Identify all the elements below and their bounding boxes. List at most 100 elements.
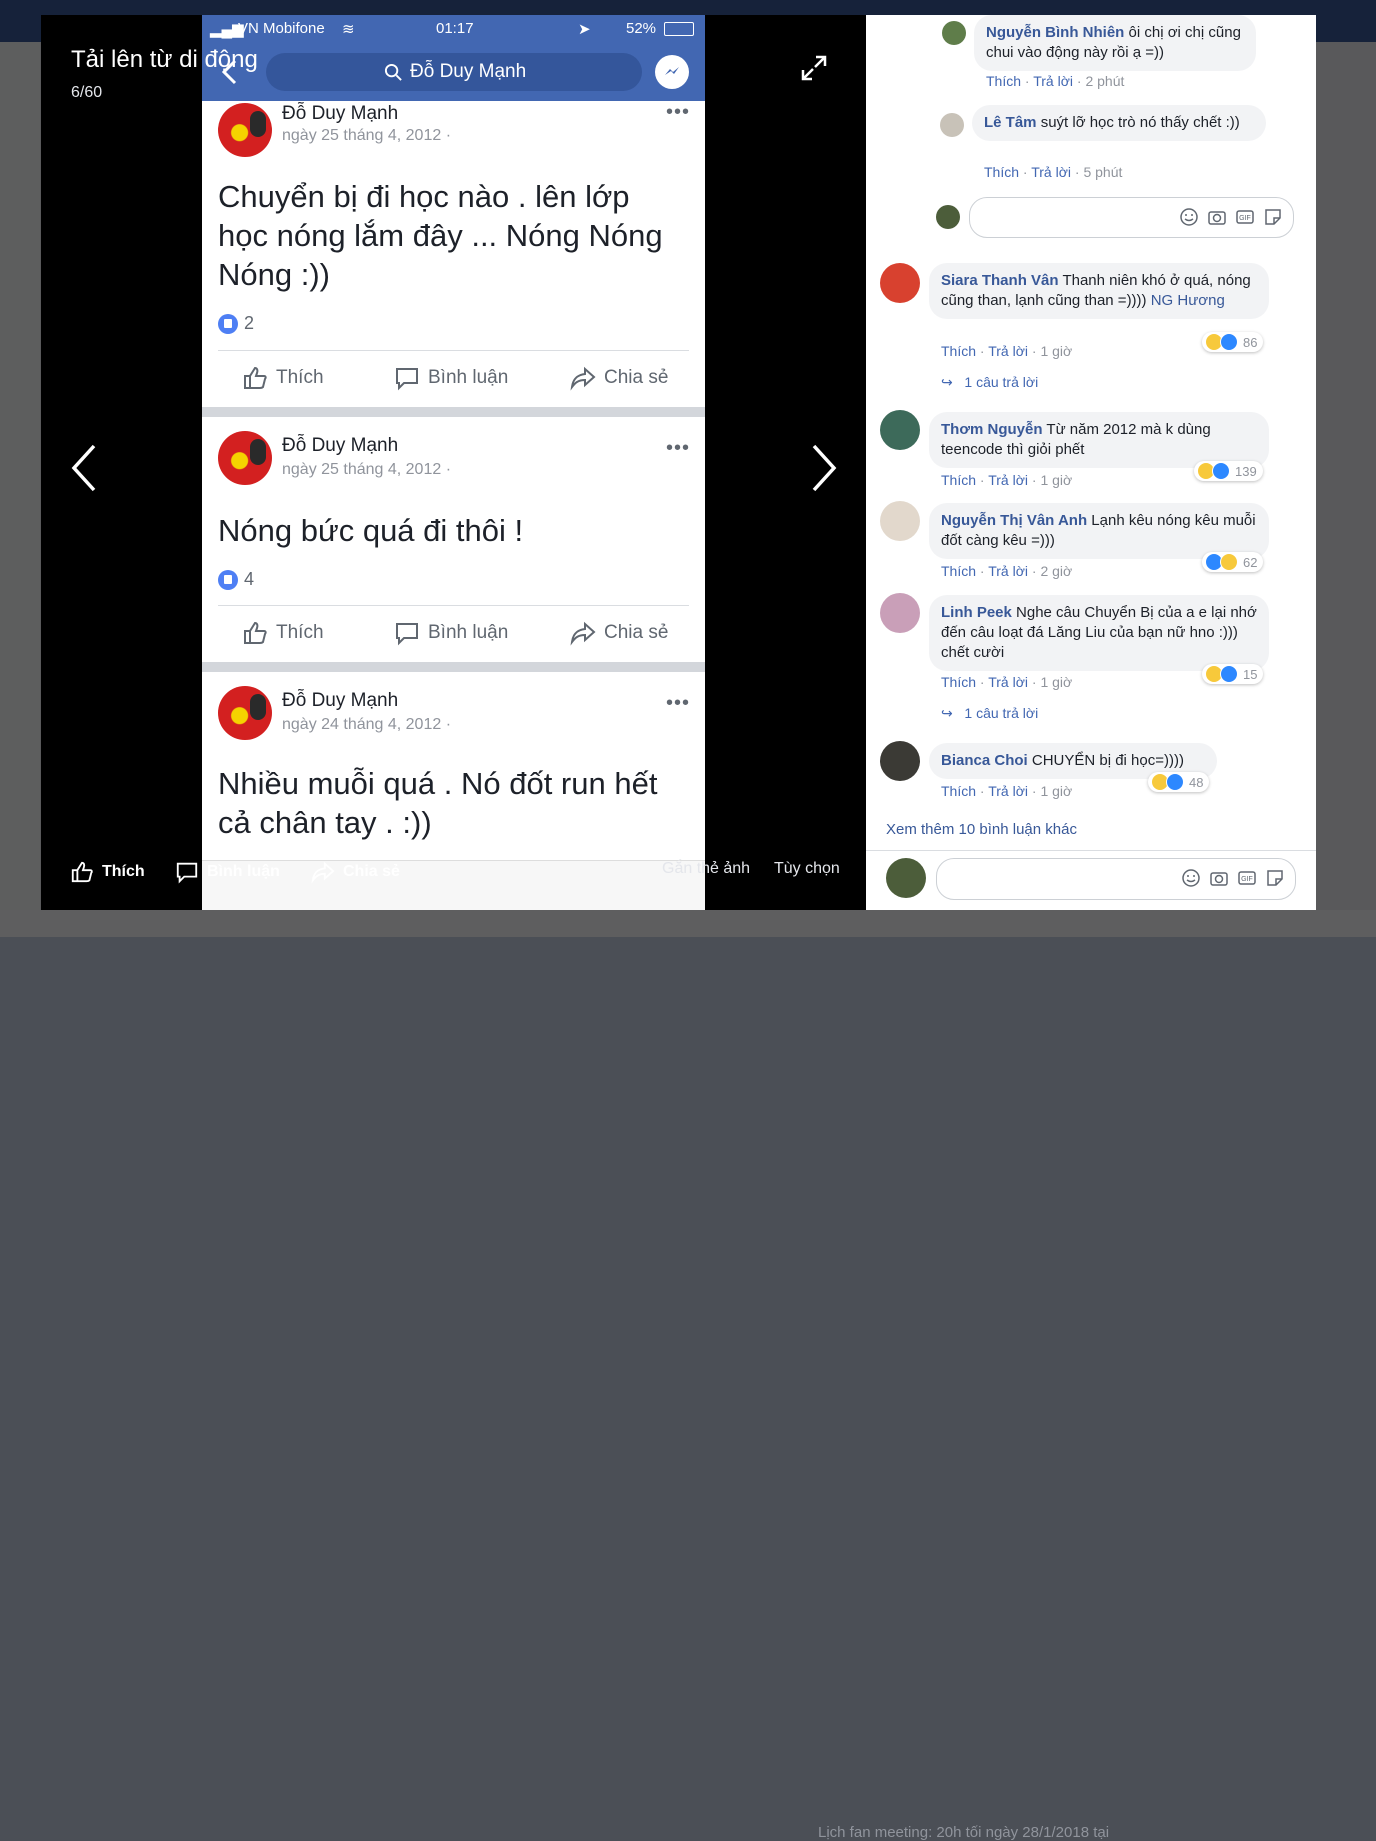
previous-photo-icon[interactable] bbox=[66, 440, 106, 496]
commenter-name[interactable]: Nguyễn Thị Vân Anh bbox=[941, 512, 1087, 529]
like-link[interactable]: Thích bbox=[941, 674, 976, 690]
comment-time: 1 giờ bbox=[1040, 343, 1073, 359]
reply-input[interactable]: GIF bbox=[969, 197, 1294, 238]
divider bbox=[218, 350, 689, 351]
camera-icon[interactable] bbox=[1209, 868, 1229, 888]
avatar bbox=[880, 410, 920, 450]
like-link[interactable]: Thích bbox=[986, 73, 1021, 89]
like-link[interactable]: Thích bbox=[941, 563, 976, 579]
commenter-name[interactable]: Nguyễn Bình Nhiên bbox=[986, 24, 1124, 41]
reaction-count[interactable]: 139 bbox=[1194, 461, 1263, 481]
reply-link[interactable]: Trả lời bbox=[988, 472, 1028, 488]
post-date: ngày 25 tháng 4, 2012 · bbox=[282, 461, 452, 478]
viewer-counter: 6/60 bbox=[71, 84, 103, 101]
post-separator bbox=[202, 407, 705, 417]
next-photo-icon[interactable] bbox=[804, 440, 844, 496]
phone-header: Đỗ Duy Mạnh bbox=[202, 43, 705, 101]
post-text: Nhiều muỗi quá . Nó đốt run hết cả chân … bbox=[218, 766, 658, 840]
share-icon bbox=[570, 366, 596, 391]
share-icon bbox=[311, 861, 335, 884]
post-comment-action: Bình luận bbox=[394, 365, 508, 391]
post-author: Đỗ Duy Mạnh bbox=[282, 435, 399, 456]
battery-icon bbox=[664, 22, 694, 36]
post-text: Chuyển bị đi học nào . lên lớp học nóng … bbox=[218, 179, 663, 292]
avatar bbox=[942, 21, 966, 45]
sticker-icon[interactable] bbox=[1265, 868, 1285, 888]
avatar bbox=[940, 113, 964, 137]
reaction-count[interactable]: 86 bbox=[1202, 332, 1264, 352]
post-like-count: 2 bbox=[218, 313, 254, 335]
reaction-count[interactable]: 15 bbox=[1202, 664, 1264, 684]
wifi-icon: ≋ bbox=[342, 21, 355, 38]
tag-photo-link[interactable]: Gắn thẻ ảnh bbox=[662, 860, 750, 878]
like-link[interactable]: Thích bbox=[941, 343, 976, 359]
like-link[interactable]: Thích bbox=[984, 164, 1019, 180]
post-actions: Thích Bình luận Chia sẻ bbox=[202, 612, 705, 652]
reply-link[interactable]: Trả lời bbox=[988, 783, 1028, 799]
haha-icon bbox=[1220, 553, 1238, 571]
more-options-icon: ••• bbox=[666, 692, 691, 714]
like-button[interactable]: Thích bbox=[70, 860, 145, 884]
post-like-action: Thích bbox=[242, 365, 324, 391]
reply-bubble: Nguyễn Bình Nhiên ôi chị ơi chị cũng chu… bbox=[974, 15, 1256, 71]
reply-link[interactable]: Trả lời bbox=[988, 343, 1028, 359]
like-icon bbox=[1220, 333, 1238, 351]
comment-time: 1 giờ bbox=[1040, 674, 1073, 690]
view-replies-link[interactable]: ↪ 1 câu trả lời bbox=[941, 374, 1038, 391]
commenter-name[interactable]: Bianca Choi bbox=[941, 752, 1028, 769]
share-icon bbox=[570, 621, 596, 646]
avatar bbox=[880, 741, 920, 781]
reply-arrow-icon: ↪ bbox=[941, 374, 953, 390]
comments-panel: Nguyễn Bình Nhiên ôi chị ơi chị cũng chu… bbox=[866, 15, 1316, 910]
gif-icon[interactable]: GIF bbox=[1235, 207, 1255, 227]
gif-icon[interactable]: GIF bbox=[1237, 868, 1257, 888]
battery-label: 52% bbox=[626, 20, 657, 37]
share-button[interactable]: Chia sẻ bbox=[311, 860, 400, 884]
reply-link[interactable]: Trả lời bbox=[1033, 73, 1073, 89]
avatar bbox=[880, 593, 920, 633]
view-replies-link[interactable]: ↪ 1 câu trả lời bbox=[941, 705, 1038, 722]
divider bbox=[218, 605, 689, 606]
svg-text:GIF: GIF bbox=[1239, 215, 1251, 222]
reaction-count[interactable]: 62 bbox=[1202, 552, 1264, 572]
options-link[interactable]: Tùy chọn bbox=[774, 860, 840, 878]
fullscreen-icon[interactable] bbox=[800, 54, 828, 82]
reply-link[interactable]: Trả lời bbox=[988, 674, 1028, 690]
phone-post: Đỗ Duy Mạnh ngày 25 tháng 4, 2012 · ••• … bbox=[202, 101, 705, 407]
view-more-comments-link[interactable]: Xem thêm 10 bình luận khác bbox=[886, 821, 1077, 838]
thumbs-up-icon bbox=[244, 366, 267, 389]
comment-time: 1 giờ bbox=[1040, 783, 1073, 799]
emoji-icon[interactable] bbox=[1179, 207, 1199, 227]
phone-search-text: Đỗ Duy Mạnh bbox=[410, 61, 527, 82]
post-date: ngày 25 tháng 4, 2012 · bbox=[282, 127, 452, 144]
phone-search-bar: Đỗ Duy Mạnh bbox=[266, 53, 642, 91]
commenter-name[interactable]: Linh Peek bbox=[941, 604, 1012, 621]
like-icon bbox=[1166, 773, 1184, 791]
commenter-name[interactable]: Thơm Nguyễn bbox=[941, 421, 1043, 438]
location-icon: ➤ bbox=[578, 21, 591, 38]
emoji-icon[interactable] bbox=[1181, 868, 1201, 888]
post-author: Đỗ Duy Mạnh bbox=[282, 690, 399, 711]
commenter-name[interactable]: Lê Tâm bbox=[984, 114, 1037, 131]
comment-button[interactable]: Bình luận bbox=[175, 860, 280, 884]
comment-meta: Thích · Trả lời · 5 phút bbox=[984, 164, 1123, 180]
post-author: Đỗ Duy Mạnh bbox=[282, 103, 399, 124]
mention-link[interactable]: NG Hương bbox=[1151, 292, 1225, 309]
reply-arrow-icon: ↪ bbox=[941, 705, 953, 721]
svg-text:GIF: GIF bbox=[1241, 876, 1253, 883]
like-link[interactable]: Thích bbox=[941, 783, 976, 799]
reaction-count[interactable]: 48 bbox=[1148, 772, 1210, 792]
input-icons: GIF bbox=[1179, 207, 1283, 227]
sticker-icon[interactable] bbox=[1263, 207, 1283, 227]
post-comment-action: Bình luận bbox=[394, 620, 508, 646]
viewer-action-bar: Thích Bình luận Chia sẻ Gắn thẻ ảnh Tùy … bbox=[41, 848, 866, 896]
post-date: ngày 24 tháng 4, 2012 · bbox=[282, 716, 452, 733]
reply-link[interactable]: Trả lời bbox=[1031, 164, 1071, 180]
search-icon bbox=[384, 63, 402, 81]
reply-link[interactable]: Trả lời bbox=[988, 563, 1028, 579]
like-link[interactable]: Thích bbox=[941, 472, 976, 488]
post-actions: Thích Bình luận Chia sẻ bbox=[202, 357, 705, 397]
commenter-name[interactable]: Siara Thanh Vân bbox=[941, 272, 1059, 289]
camera-icon[interactable] bbox=[1207, 207, 1227, 227]
comment-input[interactable]: GIF bbox=[936, 858, 1296, 900]
